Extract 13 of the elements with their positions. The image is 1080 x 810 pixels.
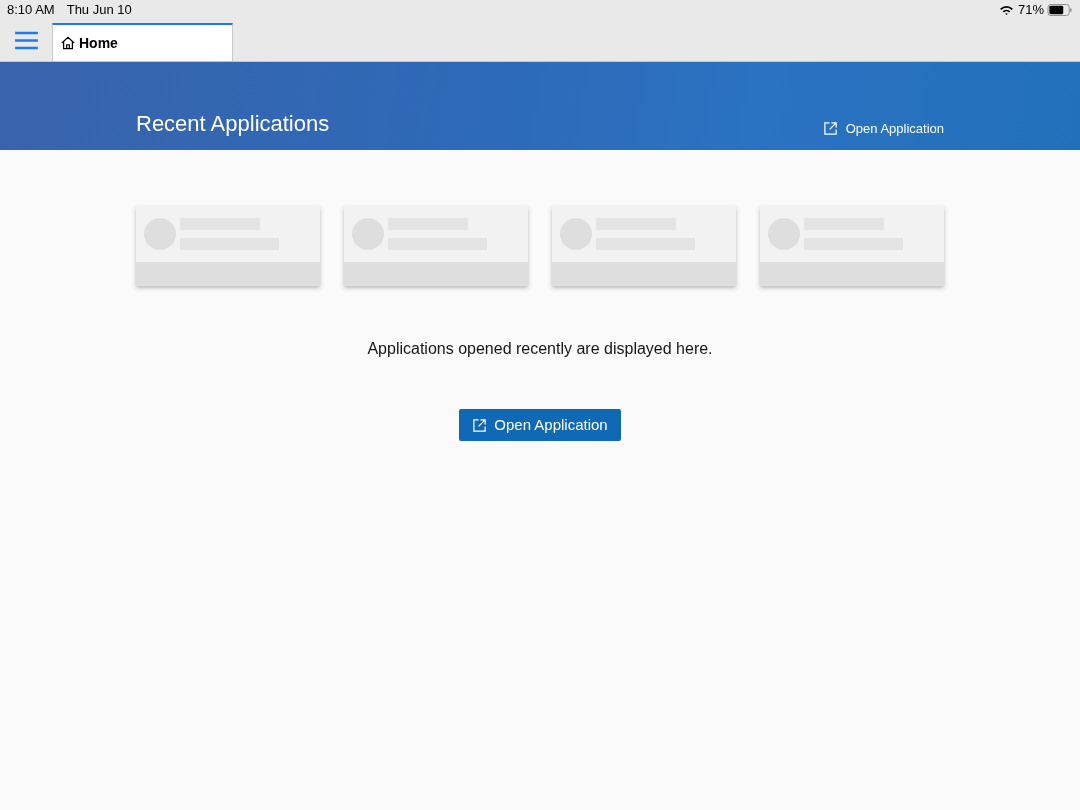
battery-icon [1047,4,1073,16]
home-icon [61,36,75,50]
external-link-icon [822,120,838,136]
status-time: 8:10 AM [7,1,55,20]
banner-title: Recent Applications [136,110,330,138]
battery-percent: 71% [1017,1,1044,20]
external-link-icon [472,417,488,433]
open-application-link[interactable]: Open Application [822,118,944,138]
home-tab[interactable]: Home [52,23,233,61]
wifi-icon [998,4,1014,16]
status-date: Thu Jun 10 [66,1,132,20]
open-application-button[interactable]: Open Application [459,409,621,441]
empty-message: Applications opened recently are displayed here. [366,339,714,359]
